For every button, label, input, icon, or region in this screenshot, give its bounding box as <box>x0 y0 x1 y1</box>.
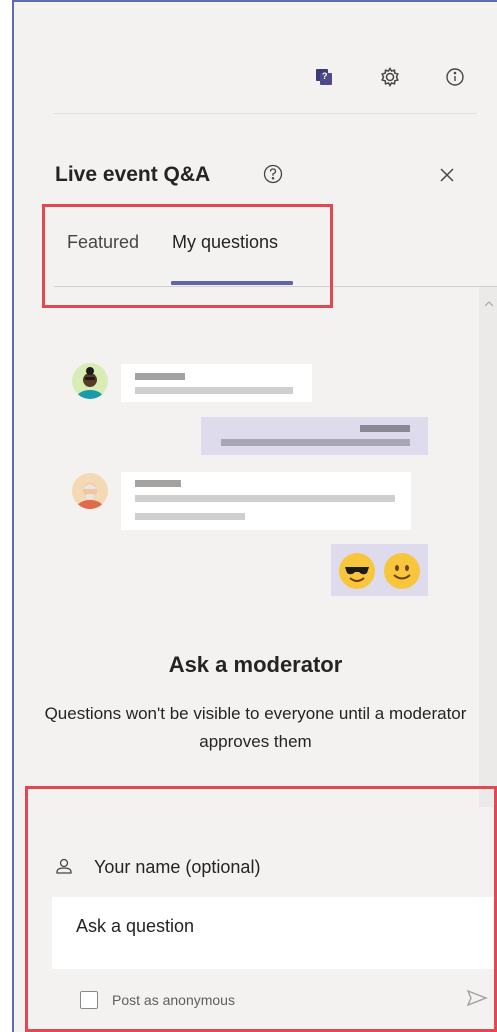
sunglasses-emoji-icon <box>339 553 375 589</box>
tabs-highlight-box <box>42 204 333 308</box>
anonymous-label: Post as anonymous <box>112 992 235 1008</box>
send-icon[interactable] <box>465 987 489 1009</box>
svg-text:?: ? <box>322 71 328 81</box>
empty-state-description: Questions won't be visible to everyone u… <box>44 704 467 751</box>
close-icon[interactable] <box>434 162 460 188</box>
smile-emoji-icon <box>384 553 420 589</box>
active-tab-indicator <box>171 281 293 285</box>
message-line <box>221 439 410 446</box>
message-line <box>135 373 185 380</box>
anonymous-toggle[interactable]: Post as anonymous <box>80 989 235 1011</box>
scroll-up-icon[interactable] <box>485 300 493 308</box>
message-line <box>135 495 395 502</box>
avatar <box>72 363 108 399</box>
question-input[interactable]: Ask a question <box>52 897 495 969</box>
panel-title: Live event Q&A <box>55 163 211 186</box>
message-line <box>135 387 293 394</box>
tab-featured[interactable]: Featured <box>67 232 139 253</box>
anonymous-checkbox[interactable] <box>80 991 98 1009</box>
info-icon[interactable] <box>442 64 468 90</box>
my-message-bubble <box>201 417 428 455</box>
name-placeholder: Your name (optional) <box>94 856 261 877</box>
header-divider <box>54 113 477 114</box>
toolbar: ? <box>297 64 497 94</box>
name-field[interactable]: Your name (optional) <box>54 852 260 882</box>
help-icon[interactable] <box>262 163 284 185</box>
empty-state-heading: Ask a moderator <box>168 652 343 677</box>
message-line <box>135 513 245 520</box>
avatar <box>72 473 108 509</box>
message-bubble <box>121 364 312 402</box>
message-line <box>360 425 410 432</box>
message-line <box>135 480 181 487</box>
qna-icon[interactable]: ? <box>311 64 337 90</box>
gear-icon[interactable] <box>377 64 403 90</box>
qna-panel: ? Live event Q&A Featured My questions A… <box>14 2 497 1032</box>
tabs-divider <box>54 286 497 287</box>
tab-my-questions[interactable]: My questions <box>172 232 278 253</box>
person-icon <box>56 858 72 874</box>
